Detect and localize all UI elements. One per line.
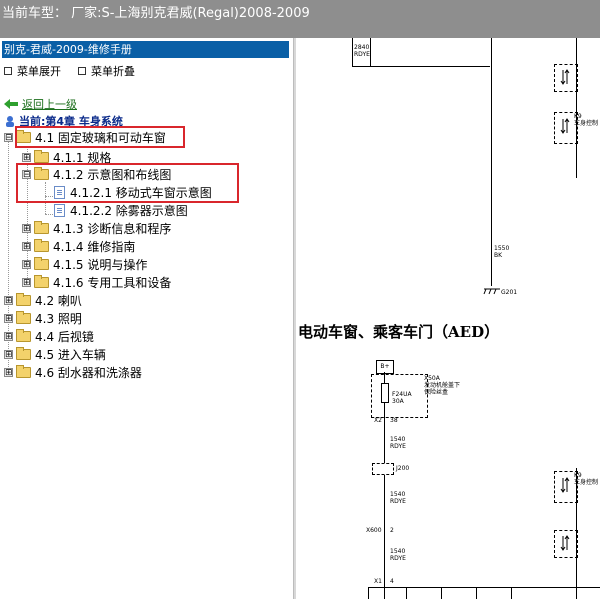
wire-line [576,38,577,178]
folder-icon [34,238,49,252]
tree-node-4-1-2-2[interactable]: 4.1.2.2 除雾器示意图 [54,202,188,218]
tree-node-label[interactable]: 4.1.3 诊断信息和程序 [53,220,171,237]
folder-icon [34,149,49,163]
expand-toggle-icon[interactable]: ⊞ [22,277,31,287]
tree-node-label[interactable]: 4.6 刮水器和洗涤器 [35,364,142,381]
wire-line [352,38,353,66]
battery-terminal: B+ [376,360,394,374]
expand-toggle-icon[interactable]: ⊞ [22,152,31,162]
collapse-icon [78,67,86,75]
collapse-toggle-icon[interactable]: ⊟ [4,132,13,142]
splice-label: J200 [396,465,410,472]
tree-node-label[interactable]: 4.1.2.2 除雾器示意图 [70,202,188,219]
expand-toggle-icon[interactable]: ⊞ [22,223,31,233]
manual-title: 别克-君威-2009-维修手册 [2,41,289,58]
expand-toggle-icon[interactable]: ⊞ [4,367,13,377]
expand-toggle-icon[interactable]: ⊞ [22,241,31,251]
tree-node-label[interactable]: 4.3 照明 [35,310,82,327]
splice-j200 [372,463,394,475]
folder-icon [34,274,49,288]
expand-toggle-icon[interactable]: ⊞ [4,295,13,305]
expand-menu-label: 菜单展开 [17,65,61,78]
tree-node-4-1-3[interactable]: ⊞ 4.1.3 诊断信息和程序 [22,220,171,236]
folder-icon [34,220,49,234]
folder-icon [16,364,31,378]
folder-icon [16,346,31,360]
wiring-diagram-panel: 2840 RDYE 1550 BK G201 K9 车身控制 电动车窗、乘客车门… [296,38,600,599]
expand-toggle-icon[interactable]: ⊞ [22,259,31,269]
connector-label: X600 [366,527,382,534]
pin-label: 2 [390,527,394,534]
transceiver-icon [560,118,570,134]
wire-label: 2840 RDYE [354,44,370,58]
folder-icon [16,310,31,324]
ground-label: G201 [501,289,518,296]
section-title: 电动车窗、乘客车门（AED） [298,323,500,341]
wire-line [352,66,490,67]
transceiver-icon [560,535,570,551]
module-label: K9 车身控制 [574,113,599,127]
fuse-icon [381,383,389,403]
expand-toggle-icon[interactable]: ⊞ [4,331,13,341]
wire-label: 1540 RDYE [390,491,406,505]
wire-line [476,587,477,599]
folder-icon [34,256,49,270]
pin-label: 4 [390,578,394,585]
tree-node-label[interactable]: 4.5 进入车辆 [35,346,106,363]
highlight-box [16,163,239,203]
tree-node-label[interactable]: 4.1.6 专用工具和设备 [53,274,171,291]
collapse-menu-label: 菜单折叠 [91,65,135,78]
wire-label: 1540 RDYE [390,436,406,450]
expand-toggle-icon[interactable]: ⊞ [4,349,13,359]
connector-label: X2 [374,417,382,424]
wire-label: 1550 BK [494,245,510,259]
wire-label: 1540 RDYE [390,548,406,562]
tree-node-4-2[interactable]: ⊞ 4.2 喇叭 [4,292,82,308]
back-arrow-icon [4,99,18,109]
tree-node-label[interactable]: 4.2 喇叭 [35,292,82,309]
tree-node-4-4[interactable]: ⊞ 4.4 后视镜 [4,328,94,344]
folder-icon [16,292,31,306]
back-link[interactable]: 返回上一级 [4,96,77,112]
ground-icon [483,288,500,295]
transceiver-icon [560,69,570,85]
tree-node-label[interactable]: 4.1.5 说明与操作 [53,256,147,273]
pin-label: 38 [390,417,398,424]
tree-node-4-1-6[interactable]: ⊞ 4.1.6 专用工具和设备 [22,274,171,290]
tree-node-4-1-4[interactable]: ⊞ 4.1.4 维修指南 [22,238,135,254]
tree-node-label[interactable]: 4.1.4 维修指南 [53,238,135,255]
wire-line [441,587,442,599]
wire-line [511,587,512,599]
expand-toggle-icon[interactable]: ⊞ [4,313,13,323]
expand-icon [4,67,12,75]
tree-node-4-6[interactable]: ⊞ 4.6 刮水器和洗涤器 [4,364,142,380]
module-body [368,587,600,599]
wire-line [491,38,492,286]
document-icon [54,203,65,217]
module-label: K9 车身控制 [574,472,599,486]
tree-node-4-3[interactable]: ⊞ 4.3 照明 [4,310,82,326]
collapse-menu-button[interactable]: 菜单折叠 [78,63,135,79]
back-link-label: 返回上一级 [22,98,77,111]
tree-node-label[interactable]: 4.4 后视镜 [35,328,94,345]
highlight-box [15,126,185,148]
title-bar: 当前车型： 厂家:S-上海别克君威(Regal)2008-2009 [0,0,600,38]
wire-line [370,38,371,66]
connector-label: X1 [374,578,382,585]
tree-guide [45,214,53,215]
wire-line [406,587,407,599]
vehicle-title: 当前车型： 厂家:S-上海别克君威(Regal)2008-2009 [2,6,310,21]
left-menu-panel: 别克-君威-2009-维修手册 菜单展开 菜单折叠 返回上一级 当前:第4章 车… [0,38,293,599]
folder-icon [16,328,31,342]
fuse-label: F24UA 30A [392,391,412,405]
tree-node-4-1-5[interactable]: ⊞ 4.1.5 说明与操作 [22,256,147,272]
transceiver-icon [560,477,570,493]
fuse-box-label: X50A 发动机舱盖下 保险丝盒 [424,375,461,396]
expand-menu-button[interactable]: 菜单展开 [4,63,61,79]
tree-node-4-5[interactable]: ⊞ 4.5 进入车辆 [4,346,106,362]
